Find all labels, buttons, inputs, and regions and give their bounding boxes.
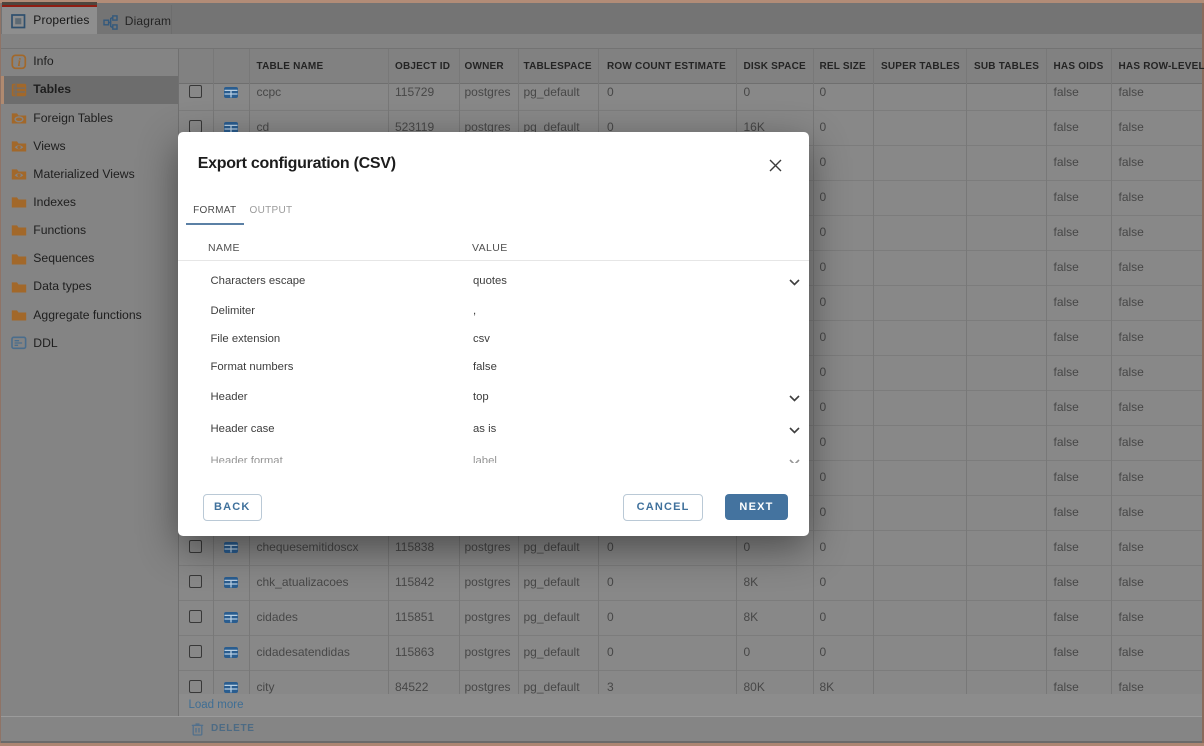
svg-text:i: i xyxy=(17,57,21,69)
